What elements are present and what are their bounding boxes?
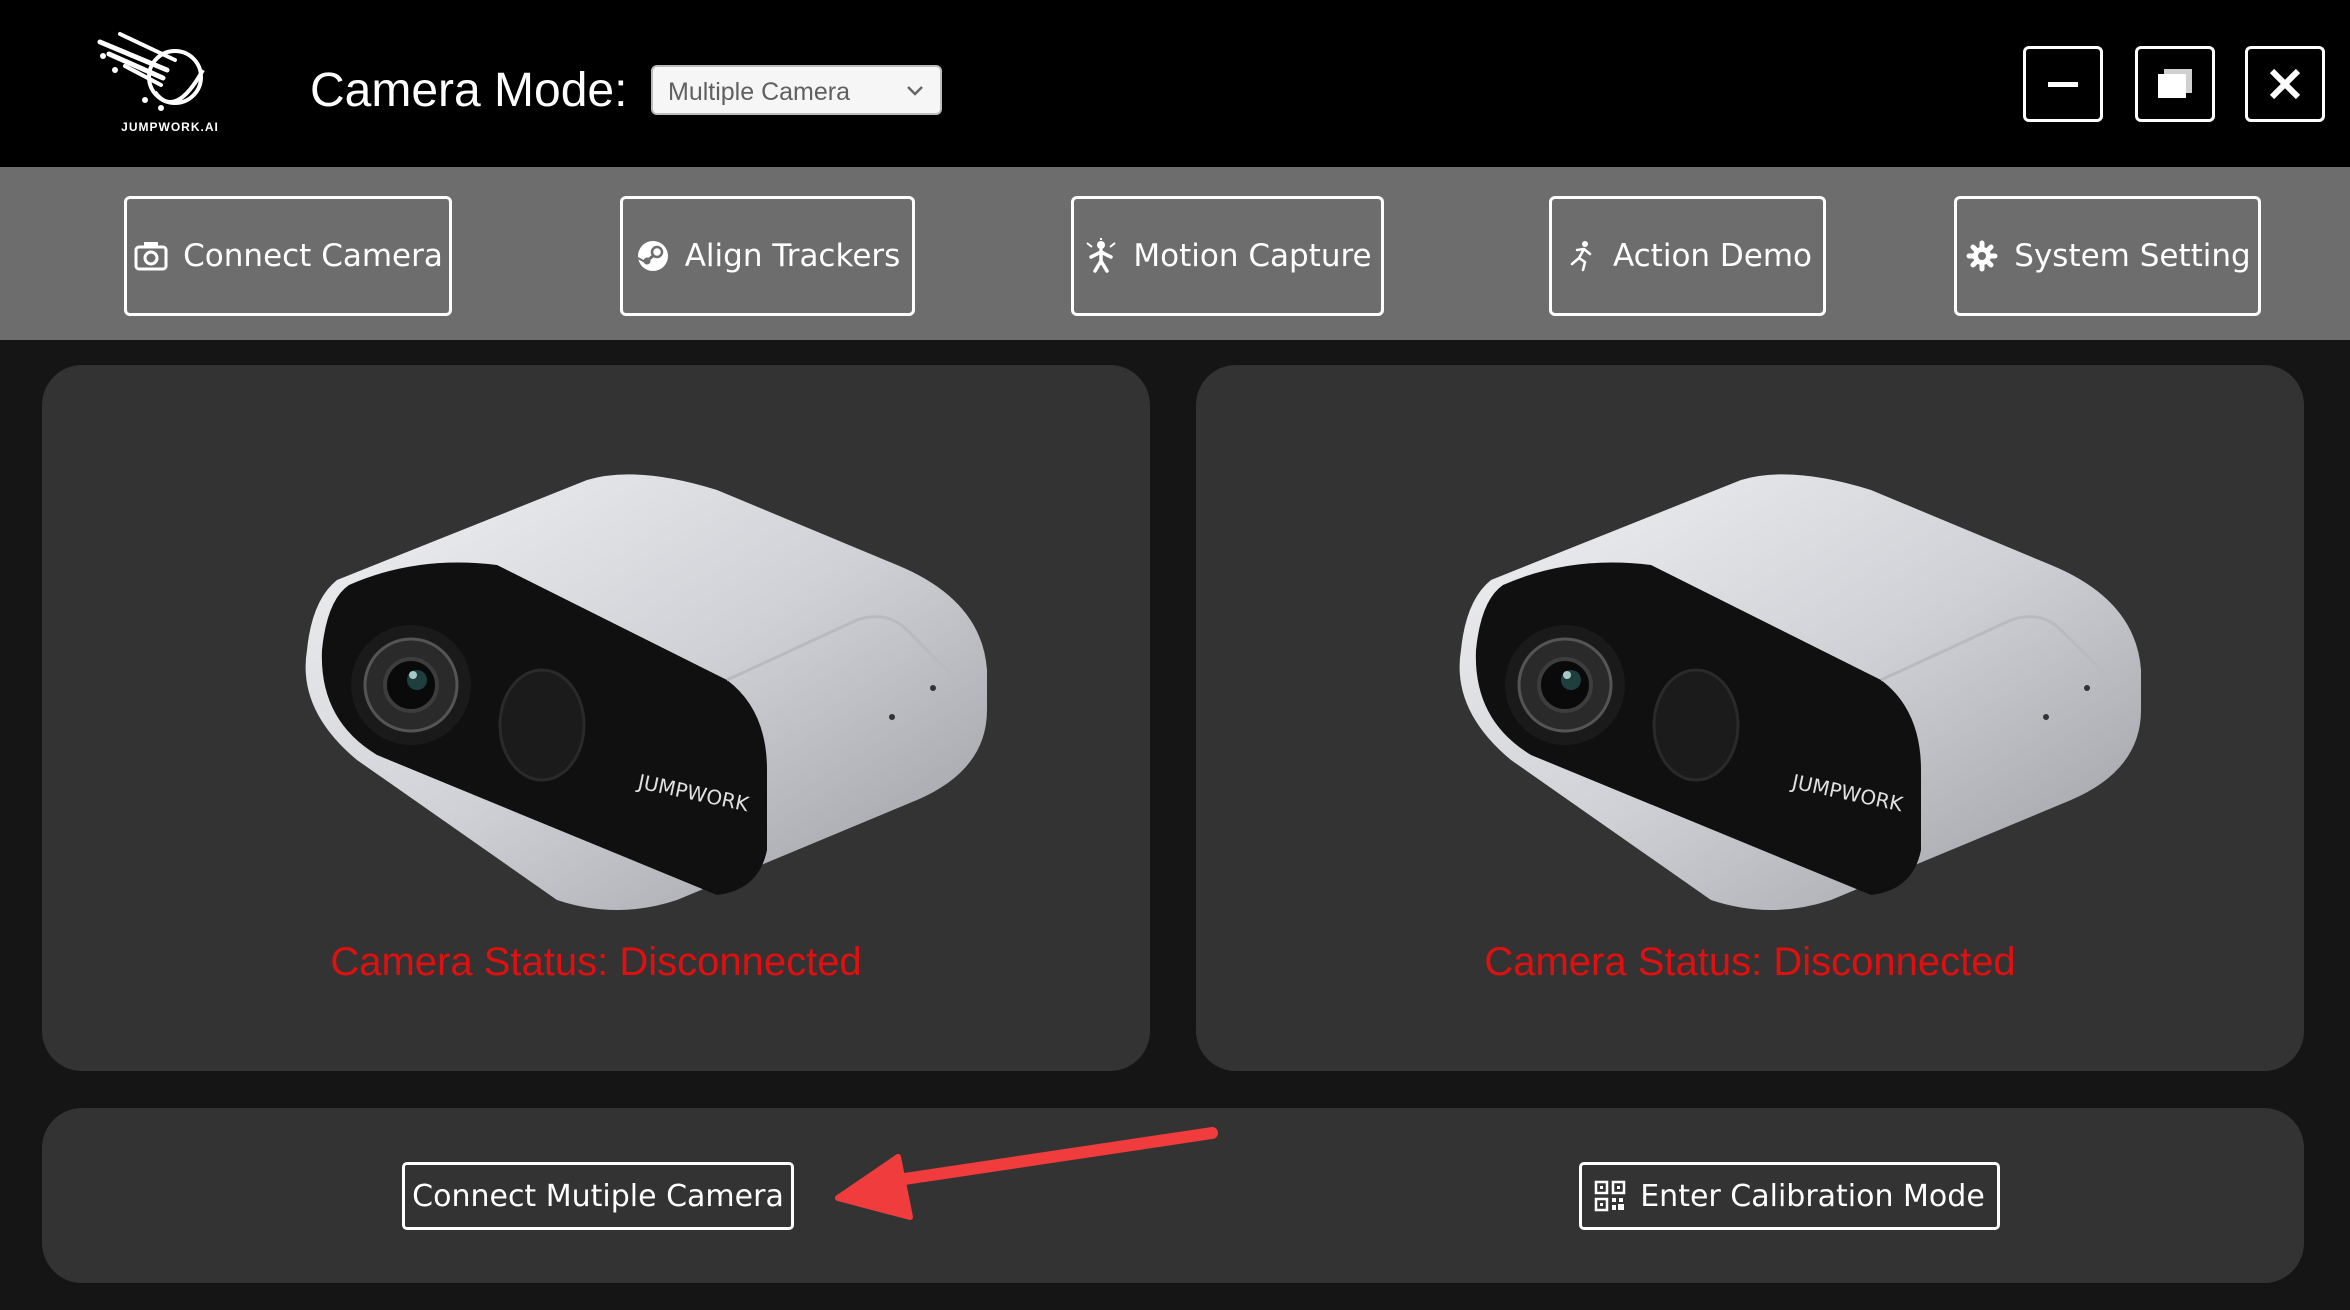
bottom-action-bar: Connect Mutiple Camera Enter Calibration… [42, 1108, 2304, 1283]
logo-text: JUMPWORK.AI [121, 120, 219, 134]
main-toolbar: Connect Camera Align Trackers Motion Cap… [0, 167, 2350, 340]
action-demo-button[interactable]: Action Demo [1549, 196, 1826, 316]
system-setting-label: System Setting [2014, 238, 2251, 274]
camera-panel-1: JUMPWORK Camera Status: Disconnected [42, 365, 1150, 1071]
running-figure-icon [1570, 241, 1592, 272]
action-demo-label: Action Demo [1612, 238, 1813, 274]
camera-mode-value: Multiple Camera [668, 78, 851, 106]
minimize-button[interactable] [2023, 46, 2103, 122]
motion-capture-label: Motion Capture [1133, 238, 1372, 274]
close-icon [2269, 68, 2301, 100]
chevron-down-icon [907, 86, 923, 96]
steam-icon [637, 241, 668, 271]
camera-mode-label: Camera Mode: [310, 64, 628, 117]
camera-device-image: JUMPWORK [305, 474, 987, 910]
qr-code-icon [1594, 1180, 1626, 1212]
connect-multiple-camera-button[interactable]: Connect Mutiple Camera [402, 1162, 794, 1230]
motion-figure-icon [1086, 238, 1117, 273]
restore-icon [2158, 69, 2192, 98]
enter-calibration-mode-button[interactable]: Enter Calibration Mode [1579, 1162, 2000, 1230]
camera-mode-select[interactable]: Multiple Camera [651, 65, 942, 115]
title-bar: JUMPWORK.AI Camera Mode: Multiple Camera [0, 0, 2350, 167]
camera-status-text: Camera Status: Disconnected [1484, 940, 2016, 984]
jumpwork-logo: JUMPWORK.AI [95, 30, 220, 135]
camera-panel-2: JUMPWORK Camera Status: Disconnected [1196, 365, 2304, 1071]
restore-button[interactable] [2135, 46, 2215, 122]
align-trackers-label: Align Trackers [684, 238, 901, 274]
align-trackers-button[interactable]: Align Trackers [620, 196, 915, 316]
camera-status-text: Camera Status: Disconnected [330, 940, 862, 984]
camera-icon [134, 242, 168, 271]
system-setting-button[interactable]: System Setting [1954, 196, 2261, 316]
gear-icon [1966, 240, 1998, 272]
jumpwork-logo-icon [97, 32, 205, 111]
connect-camera-button[interactable]: Connect Camera [124, 196, 452, 316]
connect-multiple-camera-label: Connect Mutiple Camera [412, 1178, 784, 1214]
minimize-icon [2048, 82, 2078, 87]
close-button[interactable] [2245, 46, 2325, 122]
camera-device-image: JUMPWORK [1459, 474, 2141, 910]
motion-capture-button[interactable]: Motion Capture [1071, 196, 1384, 316]
connect-camera-label: Connect Camera [183, 238, 443, 274]
enter-calibration-mode-label: Enter Calibration Mode [1640, 1178, 1985, 1214]
